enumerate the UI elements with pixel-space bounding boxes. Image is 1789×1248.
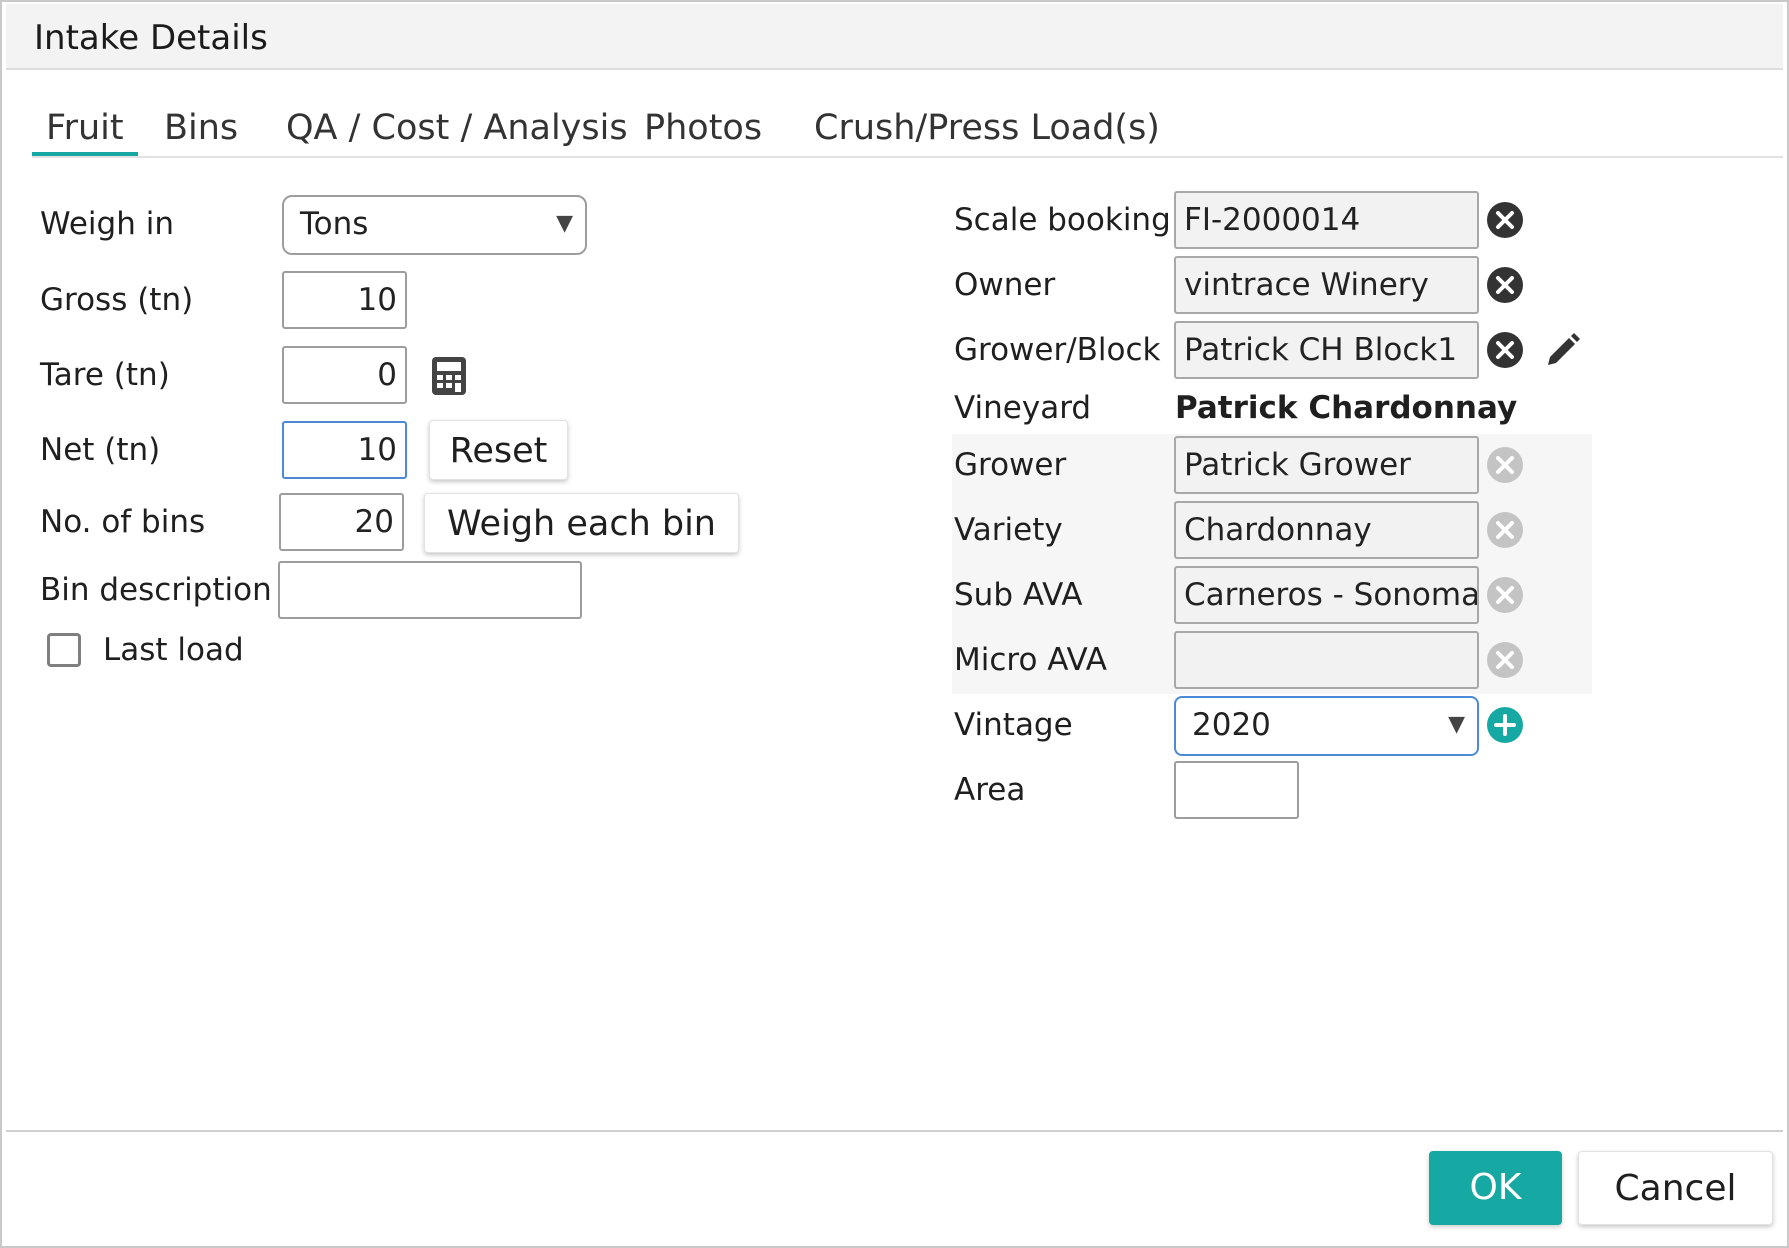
bins-input[interactable]: 20: [279, 493, 404, 551]
bin-description-input[interactable]: [278, 561, 582, 619]
tare-label: Tare (tn): [40, 357, 170, 393]
weigh-each-bin-button[interactable]: Weigh each bin: [424, 493, 739, 553]
bin-description-label: Bin description: [40, 572, 272, 608]
calculator-icon[interactable]: [430, 355, 468, 397]
clear-variety-icon: [1486, 511, 1524, 549]
clear-grower-block-icon[interactable]: [1486, 331, 1524, 369]
tab-fruit[interactable]: Fruit: [32, 106, 138, 156]
grower-label: Grower: [954, 447, 1067, 483]
clear-owner-icon[interactable]: [1486, 266, 1524, 304]
chevron-down-icon: ▼: [1448, 712, 1465, 737]
last-load-checkbox[interactable]: [47, 633, 81, 667]
weigh-in-select[interactable]: Tons ▼: [282, 195, 587, 255]
vineyard-value: Patrick Chardonnay: [1175, 390, 1518, 426]
clear-micro-ava-icon: [1486, 641, 1524, 679]
weigh-in-label: Weigh in: [40, 206, 174, 242]
micro-ava-input[interactable]: [1174, 631, 1479, 689]
gross-input[interactable]: 10: [282, 271, 407, 329]
cancel-button[interactable]: Cancel: [1578, 1151, 1773, 1225]
vintage-label: Vintage: [954, 707, 1073, 743]
net-label: Net (tn): [40, 432, 161, 468]
variety-input[interactable]: Chardonnay: [1174, 501, 1479, 559]
pencil-edit-icon[interactable]: [1542, 331, 1582, 371]
tab-bins[interactable]: Bins: [150, 106, 252, 156]
intake-details-dialog: Intake Details Fruit Bins QA / Cost / An…: [0, 0, 1789, 1248]
clear-sub-ava-icon: [1486, 576, 1524, 614]
vintage-value: 2020: [1192, 707, 1271, 743]
chevron-down-icon: ▼: [556, 211, 573, 236]
ok-button[interactable]: OK: [1429, 1151, 1562, 1225]
sub-ava-input[interactable]: Carneros - Sonoma: [1174, 566, 1479, 624]
footer-divider: [6, 1130, 1783, 1132]
dialog-title: Intake Details: [34, 18, 268, 58]
variety-label: Variety: [954, 512, 1063, 548]
scale-booking-input[interactable]: FI-2000014: [1174, 191, 1479, 249]
grower-block-input[interactable]: Patrick CH Block1: [1174, 321, 1479, 379]
grower-block-label: Grower/Block: [954, 332, 1161, 368]
last-load-label: Last load: [103, 632, 244, 668]
owner-label: Owner: [954, 267, 1056, 303]
scale-booking-label: Scale booking: [954, 202, 1171, 238]
area-input[interactable]: [1174, 761, 1299, 819]
tab-qa-cost-analysis[interactable]: QA / Cost / Analysis: [272, 106, 642, 156]
tab-crush-press-loads[interactable]: Crush/Press Load(s): [800, 106, 1174, 156]
gross-label: Gross (tn): [40, 282, 194, 318]
dialog-header: Intake Details: [6, 4, 1783, 70]
grower-input[interactable]: Patrick Grower: [1174, 436, 1479, 494]
vintage-select[interactable]: 2020 ▼: [1174, 696, 1479, 756]
clear-grower-icon: [1486, 446, 1524, 484]
sub-ava-label: Sub AVA: [954, 577, 1083, 613]
area-label: Area: [954, 772, 1026, 808]
micro-ava-label: Micro AVA: [954, 642, 1107, 678]
tare-input[interactable]: 0: [282, 346, 407, 404]
bins-label: No. of bins: [40, 504, 206, 540]
reset-button[interactable]: Reset: [429, 420, 568, 480]
clear-scale-booking-icon[interactable]: [1486, 201, 1524, 239]
add-vintage-icon[interactable]: [1486, 706, 1524, 744]
owner-input[interactable]: vintrace Winery: [1174, 256, 1479, 314]
tab-bar: Fruit Bins QA / Cost / Analysis Photos C…: [32, 102, 1783, 158]
vineyard-label: Vineyard: [954, 390, 1092, 426]
net-input[interactable]: 10: [282, 421, 407, 479]
weigh-in-value: Tons: [300, 206, 369, 242]
tab-photos[interactable]: Photos: [630, 106, 776, 156]
